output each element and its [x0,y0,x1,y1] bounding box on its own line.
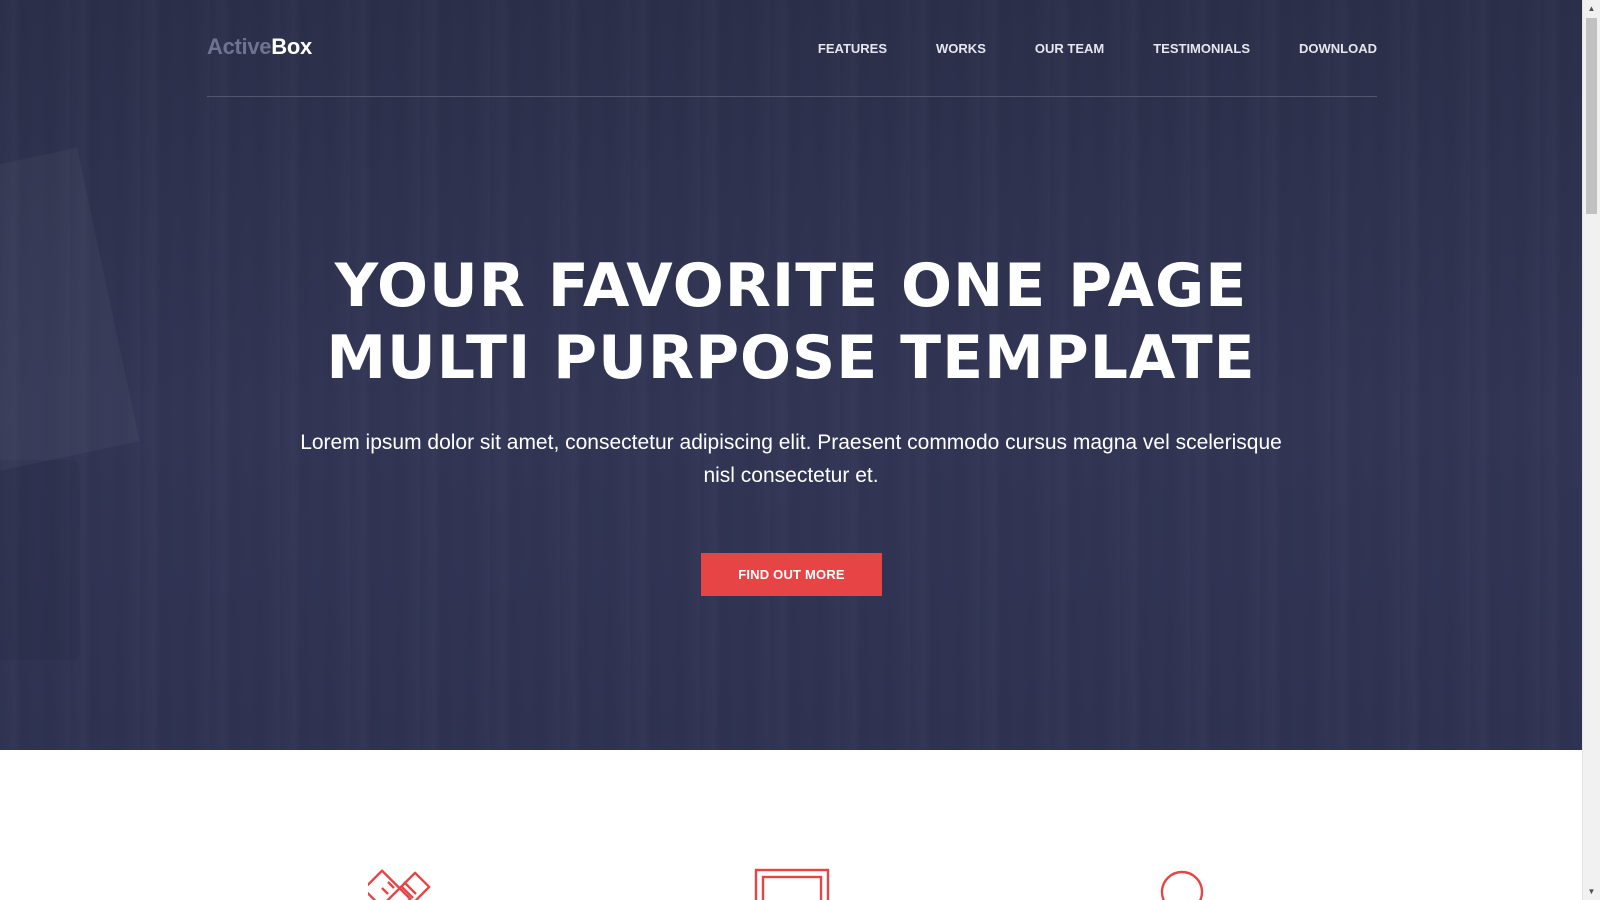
pencil-ruler-icon [368,869,431,900]
navbar: ActiveBox FEATURES WORKS OUR TEAM TESTIM… [207,0,1377,97]
logo-part-active: Active [207,34,272,59]
nav-item-testimonials[interactable]: TESTIMONIALS [1153,41,1250,56]
scroll-down-icon[interactable]: ▼ [1583,883,1600,900]
hero-headline-line1: YOUR FAVORITE ONE PAGE [334,251,1248,321]
hero-subtext: Lorem ipsum dolor sit amet, consectetur … [300,431,1282,487]
main-menu: FEATURES WORKS OUR TEAM TESTIMONIALS DOW… [769,41,1377,56]
nav-item-features[interactable]: FEATURES [818,41,887,56]
logo-part-box: Box [271,34,312,59]
logo[interactable]: ActiveBox [207,34,312,60]
circle-icon [1160,870,1204,900]
page: ActiveBox FEATURES WORKS OUR TEAM TESTIM… [0,0,1600,900]
features-section [0,750,1582,900]
scroll-up-icon[interactable]: ▲ [1583,0,1600,17]
hero-section: ActiveBox FEATURES WORKS OUR TEAM TESTIM… [0,0,1582,750]
scrollbar-thumb[interactable] [1586,18,1597,214]
hero-headline-line2: MULTI PURPOSE TEMPLATE [326,323,1256,393]
nav-item-our-team[interactable]: OUR TEAM [1035,41,1104,56]
background-texture [0,460,80,660]
nav-item-works[interactable]: WORKS [936,41,986,56]
vertical-scrollbar[interactable]: ▲ ▼ [1582,0,1600,900]
monitor-icon [754,868,830,900]
find-out-more-button[interactable]: FIND OUT MORE [701,553,882,596]
nav-item-download[interactable]: DOWNLOAD [1299,41,1377,56]
hero-headline: YOUR FAVORITE ONE PAGE MULTI PURPOSE TEM… [0,250,1582,394]
